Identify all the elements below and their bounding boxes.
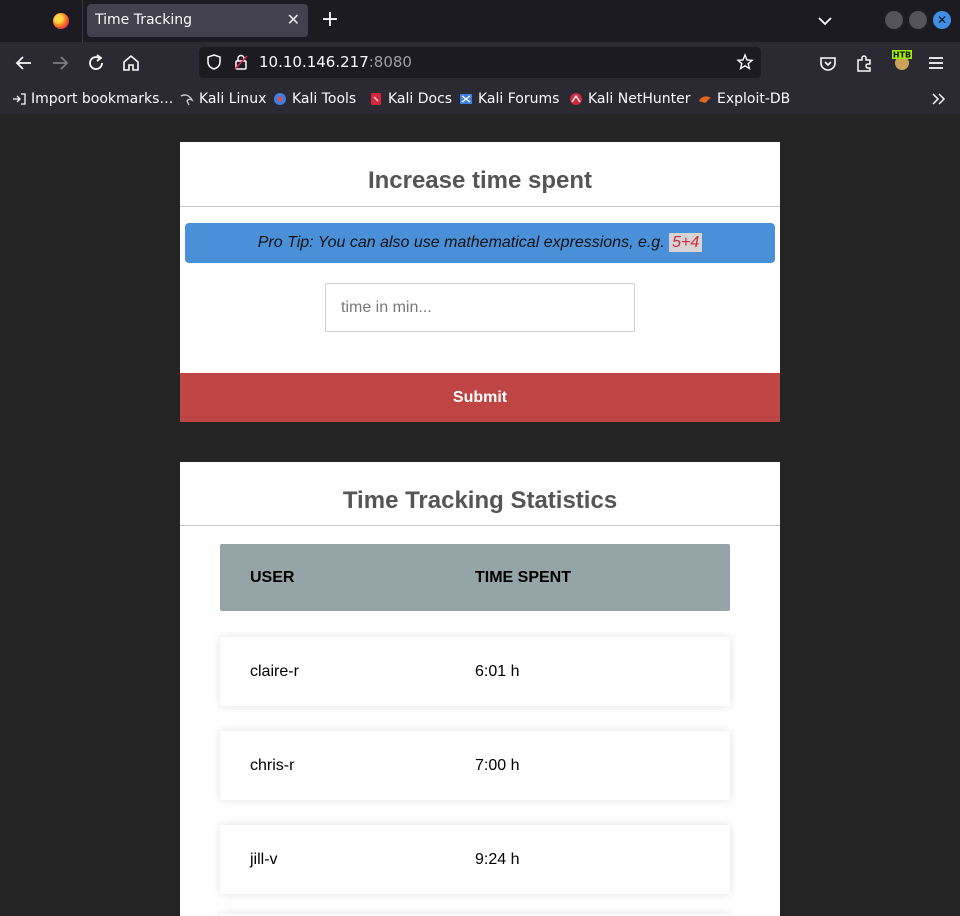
url-text[interactable]: 10.10.146.217:8080 bbox=[259, 53, 412, 71]
new-tab-button[interactable]: + bbox=[318, 8, 342, 32]
more-bookmarks-chevron-icon[interactable] bbox=[929, 89, 949, 109]
cell-user: chris-r bbox=[250, 757, 295, 774]
bookmark-kali-forums[interactable]: Kali Forums bbox=[459, 89, 559, 109]
maximize-button[interactable] bbox=[909, 11, 927, 29]
pro-tip-text: Pro Tip: You can also use mathematical e… bbox=[257, 234, 670, 251]
pocket-icon[interactable] bbox=[816, 51, 840, 75]
statistics-card: Time Tracking Statistics USER TIME SPENT… bbox=[180, 462, 780, 916]
exploit-db-icon bbox=[699, 96, 711, 103]
pro-tip-banner: Pro Tip: You can also use mathematical e… bbox=[185, 223, 775, 263]
table-row: jill-v 9:24 h bbox=[220, 825, 730, 894]
bookmark-kali-nethunter[interactable]: Kali NetHunter bbox=[569, 89, 690, 109]
bookmark-exploit-db[interactable]: Exploit-DB bbox=[698, 89, 790, 109]
submit-button[interactable]: Submit bbox=[180, 373, 780, 422]
bookmark-label: Kali Tools bbox=[292, 91, 357, 107]
hamburger-menu-icon[interactable] bbox=[924, 51, 948, 75]
kali-dragon-icon bbox=[180, 94, 194, 106]
bookmark-kali-linux[interactable]: Kali Linux bbox=[180, 89, 266, 109]
reload-icon[interactable] bbox=[84, 51, 108, 75]
url-host: 10.10.146.217 bbox=[259, 53, 369, 71]
bookmark-kali-tools[interactable]: Kali Tools bbox=[273, 89, 356, 109]
chevron-down-icon[interactable] bbox=[814, 10, 836, 32]
kali-docs-icon bbox=[371, 93, 381, 105]
bookmark-label: Kali NetHunter bbox=[588, 91, 691, 107]
column-header-user: USER bbox=[250, 569, 295, 586]
htb-extension-icon[interactable]: HTB bbox=[891, 49, 913, 71]
statistics-title: Time Tracking Statistics bbox=[342, 487, 618, 514]
bookmark-label: Kali Linux bbox=[199, 91, 267, 107]
tab-time-tracking[interactable]: Time Tracking ✕ bbox=[87, 4, 308, 37]
cell-user: jill-v bbox=[250, 851, 278, 868]
back-arrow-icon[interactable] bbox=[12, 51, 36, 75]
increase-time-title: Increase time spent bbox=[367, 167, 593, 194]
kali-forums-icon bbox=[460, 94, 472, 104]
column-header-time-spent: TIME SPENT bbox=[475, 569, 572, 586]
firefox-logo-icon bbox=[53, 13, 69, 29]
tab-title: Time Tracking bbox=[95, 12, 192, 28]
import-icon bbox=[13, 93, 26, 105]
table-header: USER TIME SPENT bbox=[220, 544, 730, 611]
cell-time-spent: 9:24 h bbox=[475, 851, 520, 868]
window-close-button[interactable]: ✕ bbox=[933, 11, 951, 29]
close-tab-icon[interactable]: ✕ bbox=[287, 11, 300, 29]
bookmark-import[interactable]: Import bookmarks… bbox=[12, 89, 173, 109]
htb-badge-label: HTB bbox=[893, 51, 911, 60]
bookmark-kali-docs[interactable]: Kali Docs bbox=[369, 89, 452, 109]
bookmark-label: Kali Forums bbox=[478, 91, 560, 107]
cell-user: claire-r bbox=[250, 663, 299, 680]
nethunter-icon bbox=[570, 93, 582, 105]
url-port: :8080 bbox=[368, 53, 412, 71]
address-bar[interactable]: 10.10.146.217:8080 bbox=[199, 47, 761, 78]
pro-tip-example: 5+4 bbox=[669, 233, 703, 252]
home-icon[interactable] bbox=[119, 51, 143, 75]
minimize-button[interactable] bbox=[885, 11, 903, 29]
table-row: claire-r 6:01 h bbox=[220, 637, 730, 706]
extensions-puzzle-icon[interactable] bbox=[852, 51, 876, 75]
bookmark-star-icon[interactable] bbox=[736, 53, 754, 71]
cell-time-spent: 6:01 h bbox=[475, 663, 520, 680]
shield-icon[interactable] bbox=[205, 53, 223, 71]
title-divider bbox=[180, 206, 780, 207]
time-input[interactable] bbox=[325, 283, 635, 332]
bookmarks-toolbar: Import bookmarks… Kali Linux Kali Tools … bbox=[0, 83, 960, 114]
insecure-lock-icon[interactable] bbox=[232, 53, 250, 71]
kali-tools-icon bbox=[274, 93, 286, 105]
tab-separator bbox=[82, 0, 83, 42]
bookmark-label: Import bookmarks… bbox=[31, 91, 174, 107]
tab-bar: Time Tracking ✕ + ✕ bbox=[0, 0, 960, 42]
bookmark-label: Kali Docs bbox=[388, 91, 453, 107]
navigation-toolbar: 10.10.146.217:8080 bbox=[0, 42, 960, 83]
cell-time-spent: 7:00 h bbox=[475, 757, 520, 774]
table-row: chris-r 7:00 h bbox=[220, 731, 730, 800]
increase-time-card: Increase time spent Pro Tip: You can als… bbox=[180, 142, 780, 422]
firefox-menu-button[interactable] bbox=[44, 6, 78, 36]
bookmark-label: Exploit-DB bbox=[717, 91, 791, 107]
title-divider bbox=[180, 525, 780, 526]
forward-arrow-icon[interactable] bbox=[48, 51, 72, 75]
